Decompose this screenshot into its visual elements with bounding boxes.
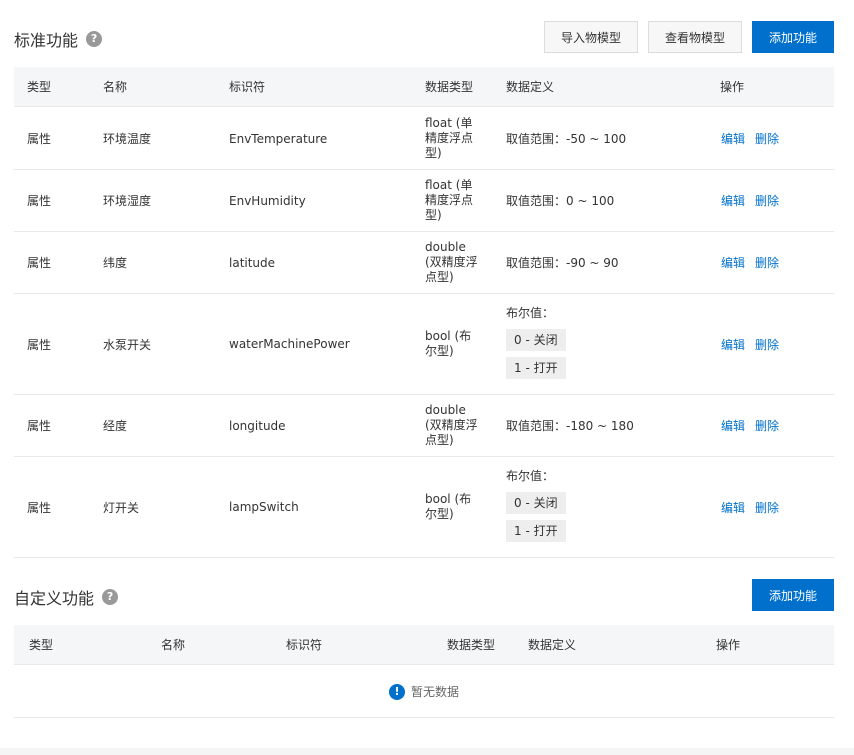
cell-definition: 取值范围：-90 ~ 90 — [506, 232, 619, 293]
cell-identifier: lampSwitch — [229, 500, 299, 514]
help-icon[interactable]: ? — [102, 589, 119, 605]
cell-data-type: float (单精度浮点型) — [425, 116, 474, 160]
table-row: 属性 环境湿度 EnvHumidity float (单精度浮点型) 取值范围：… — [14, 170, 834, 232]
col-actions: 操作 — [716, 638, 741, 652]
cell-data-type: float (单精度浮点型) — [425, 178, 474, 222]
col-name: 名称 — [103, 80, 128, 94]
cell-data-type: bool (布尔型) — [425, 329, 472, 358]
add-function-button[interactable]: 添加功能 — [752, 21, 834, 53]
import-model-button[interactable]: 导入物模型 — [544, 21, 638, 53]
cell-type: 属性 — [27, 256, 52, 270]
footer-band — [0, 748, 854, 755]
delete-link[interactable]: 删除 — [755, 192, 779, 209]
bool-value-tag: 0 - 关闭 — [506, 491, 566, 514]
cell-actions: 编辑 删除 — [721, 170, 779, 231]
standard-table-header: 类型 名称 标识符 数据类型 数据定义 操作 — [14, 67, 834, 107]
bool-title: 布尔值： — [506, 305, 555, 320]
table-row: 属性 灯开关 lampSwitch bool (布尔型) 布尔值： 0 - 关闭… — [14, 457, 834, 558]
cell-actions: 编辑 删除 — [721, 457, 779, 557]
col-identifier: 标识符 — [286, 638, 323, 652]
edit-link[interactable]: 编辑 — [721, 499, 745, 516]
cell-type: 属性 — [27, 500, 52, 515]
cell-type: 属性 — [27, 419, 52, 433]
cell-data-type: double (双精度浮点型) — [425, 240, 478, 284]
delete-link[interactable]: 删除 — [755, 417, 779, 434]
bool-definition: 布尔值： 0 - 关闭 1 - 打开 — [506, 457, 566, 557]
bool-value-tag: 0 - 关闭 — [506, 328, 566, 351]
cell-name: 环境温度 — [103, 132, 152, 146]
help-icon[interactable]: ? — [86, 31, 103, 47]
delete-link[interactable]: 删除 — [755, 499, 779, 516]
edit-link[interactable]: 编辑 — [721, 254, 745, 271]
col-name: 名称 — [161, 638, 186, 652]
delete-link[interactable]: 删除 — [755, 130, 779, 147]
empty-text: 暂无数据 — [410, 685, 459, 699]
definition-text: 取值范围：-90 ~ 90 — [506, 256, 619, 270]
cell-name: 经度 — [103, 419, 128, 433]
view-model-button[interactable]: 查看物模型 — [648, 21, 742, 53]
cell-actions: 编辑 删除 — [721, 108, 779, 169]
cell-definition: 布尔值： 0 - 关闭 1 - 打开 — [506, 294, 566, 394]
standard-section-title: 标准功能 ? — [14, 27, 103, 51]
col-definition: 数据定义 — [506, 80, 555, 94]
cell-identifier: longitude — [229, 418, 286, 433]
delete-link[interactable]: 删除 — [755, 254, 779, 271]
empty-state: ! 暂无数据 — [14, 666, 834, 718]
cell-definition: 布尔值： 0 - 关闭 1 - 打开 — [506, 457, 566, 557]
cell-identifier: EnvTemperature — [229, 131, 328, 146]
edit-link[interactable]: 编辑 — [721, 417, 745, 434]
definition-text: 取值范围：-180 ~ 180 — [506, 419, 634, 433]
cell-type: 属性 — [27, 337, 52, 352]
col-data-type: 数据类型 — [447, 638, 496, 652]
col-type: 类型 — [29, 638, 54, 652]
custom-title-text: 自定义功能 — [14, 589, 95, 608]
col-type: 类型 — [27, 80, 52, 94]
standard-title-text: 标准功能 — [14, 31, 79, 50]
delete-link[interactable]: 删除 — [755, 336, 779, 353]
bool-value-tag: 1 - 打开 — [506, 356, 566, 379]
custom-add-function-button[interactable]: 添加功能 — [752, 579, 834, 611]
table-row: 属性 环境温度 EnvTemperature float (单精度浮点型) 取值… — [14, 108, 834, 170]
cell-name: 纬度 — [103, 256, 128, 270]
cell-definition: 取值范围：0 ~ 100 — [506, 170, 614, 231]
cell-data-type: double (双精度浮点型) — [425, 403, 478, 447]
custom-section-title: 自定义功能 ? — [14, 585, 119, 609]
info-icon: ! — [388, 683, 405, 700]
cell-actions: 编辑 删除 — [721, 232, 779, 293]
cell-identifier: waterMachinePower — [229, 337, 350, 351]
bool-value-tag: 1 - 打开 — [506, 519, 566, 542]
col-data-type: 数据类型 — [425, 80, 474, 94]
cell-identifier: latitude — [229, 255, 276, 270]
col-definition: 数据定义 — [528, 638, 577, 652]
table-row: 属性 经度 longitude double (双精度浮点型) 取值范围：-18… — [14, 395, 834, 457]
col-identifier: 标识符 — [229, 80, 266, 94]
table-row: 属性 水泵开关 waterMachinePower bool (布尔型) 布尔值… — [14, 294, 834, 395]
col-actions: 操作 — [720, 80, 745, 94]
cell-actions: 编辑 删除 — [721, 294, 779, 394]
cell-type: 属性 — [27, 132, 52, 146]
cell-definition: 取值范围：-180 ~ 180 — [506, 395, 634, 456]
bool-definition: 布尔值： 0 - 关闭 1 - 打开 — [506, 294, 566, 394]
bool-title: 布尔值： — [506, 468, 555, 483]
cell-identifier: EnvHumidity — [229, 193, 306, 208]
cell-name: 水泵开关 — [103, 337, 152, 352]
cell-definition: 取值范围：-50 ~ 100 — [506, 108, 626, 169]
cell-name: 环境湿度 — [103, 194, 152, 208]
edit-link[interactable]: 编辑 — [721, 192, 745, 209]
table-row: 属性 纬度 latitude double (双精度浮点型) 取值范围：-90 … — [14, 232, 834, 294]
definition-text: 取值范围：-50 ~ 100 — [506, 132, 627, 146]
cell-name: 灯开关 — [103, 500, 140, 515]
cell-actions: 编辑 删除 — [721, 395, 779, 456]
cell-data-type: bool (布尔型) — [425, 492, 472, 521]
cell-type: 属性 — [27, 194, 52, 208]
edit-link[interactable]: 编辑 — [721, 130, 745, 147]
edit-link[interactable]: 编辑 — [721, 336, 745, 353]
custom-table-header: 类型 名称 标识符 数据类型 数据定义 操作 — [14, 625, 834, 665]
definition-text: 取值范围：0 ~ 100 — [506, 194, 615, 208]
